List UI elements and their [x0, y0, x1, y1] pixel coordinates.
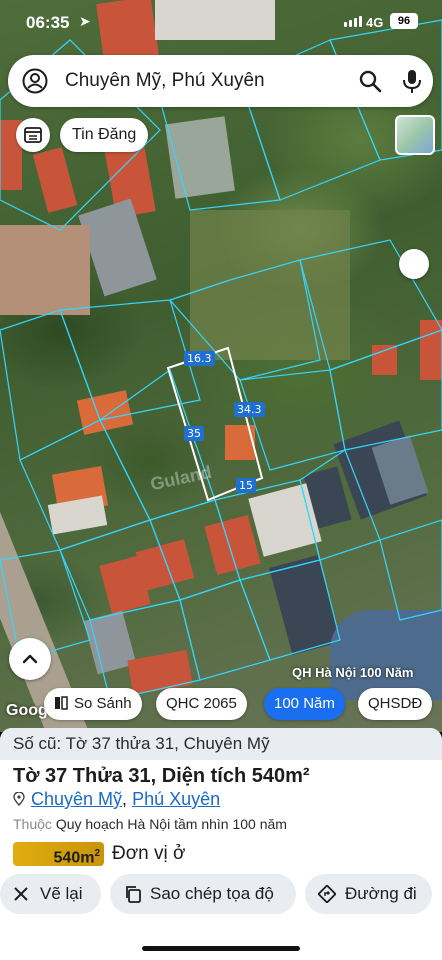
dimension-label: 35 — [184, 426, 204, 441]
100-year-pill[interactable]: 100 Năm — [264, 688, 345, 720]
dimension-label: 34.3 — [234, 402, 265, 417]
copy-coordinates-label: Sao chép tọa độ — [150, 884, 274, 903]
location-separator: , — [122, 789, 133, 809]
account-icon[interactable] — [22, 68, 48, 94]
layer-switcher-thumbnail[interactable] — [395, 115, 435, 155]
land-use-type: Đơn vị ở — [112, 843, 186, 864]
directions-label: Đường đi — [345, 884, 417, 903]
dimension-label: 16.3 — [184, 351, 215, 366]
plan-value: Quy hoạch Hà Nội tầm nhìn 100 năm — [55, 816, 287, 832]
network-type: 4G — [366, 15, 384, 30]
qhsdd-pill[interactable]: QHSDĐ — [358, 688, 433, 720]
qhc-2065-pill[interactable]: QHC 2065 — [156, 688, 247, 720]
area-value: 540m — [53, 849, 95, 867]
plan-key: Thuộc — [13, 816, 52, 832]
location-pin-icon — [13, 792, 25, 806]
search-bar[interactable]: Chuyên Mỹ, Phú Xuyên — [8, 55, 433, 107]
calendar-button[interactable] — [16, 118, 50, 152]
calendar-icon — [24, 127, 42, 143]
district-link[interactable]: Phú Xuyên — [132, 789, 220, 809]
expand-up-button[interactable] — [9, 638, 51, 680]
commune-link[interactable]: Chuyên Mỹ — [31, 789, 122, 809]
satellite-map[interactable]: 16.3 34.3 35 15 Guland — [0, 0, 442, 732]
search-icon[interactable] — [358, 69, 382, 93]
location-row: Chuyên Mỹ, Phú Xuyên — [13, 789, 220, 810]
old-parcel-text: Số cũ: Tờ 37 thửa 31, Chuyên Mỹ — [13, 734, 270, 753]
area-unit: 2 — [94, 848, 100, 859]
redraw-label: Vẽ lại — [40, 884, 83, 903]
parcel-title: Tờ 37 Thửa 31, Diện tích 540m² — [13, 765, 310, 787]
parcel-boundaries — [0, 19, 442, 701]
signal-icon — [344, 16, 362, 27]
dimension-label: 15 — [236, 478, 256, 493]
search-input[interactable]: Chuyên Mỹ, Phú Xuyên — [65, 70, 265, 92]
planning-layer-label: QH Hà Nội 100 Năm — [292, 665, 414, 680]
compare-pill[interactable]: So Sánh — [44, 688, 142, 720]
ruler-pencil-icon — [14, 887, 28, 901]
news-chip[interactable]: Tin Đăng — [60, 118, 149, 152]
compare-icon — [55, 696, 68, 710]
chevron-up-icon — [22, 654, 38, 664]
redraw-button[interactable]: Vẽ lại — [0, 874, 101, 914]
battery-icon: 96 — [390, 13, 418, 29]
compare-pill-label: So Sánh — [74, 695, 132, 712]
directions-icon — [318, 885, 336, 903]
area-badge: 540m2 — [13, 842, 104, 866]
plan-row: Thuộc Quy hoạch Hà Nội tầm nhìn 100 năm — [13, 816, 287, 832]
microphone-icon[interactable] — [400, 68, 424, 94]
home-indicator — [142, 946, 300, 951]
status-time: 06:35 — [26, 13, 70, 32]
old-parcel-info: Số cũ: Tờ 37 thửa 31, Chuyên Mỹ — [0, 728, 442, 760]
location-arrow-icon: ➤ — [79, 13, 91, 29]
copy-coordinates-button[interactable]: Sao chép tọa độ — [110, 874, 296, 914]
compass-button[interactable] — [399, 249, 429, 279]
copy-icon — [126, 886, 141, 903]
directions-button[interactable]: Đường đi — [305, 874, 432, 914]
